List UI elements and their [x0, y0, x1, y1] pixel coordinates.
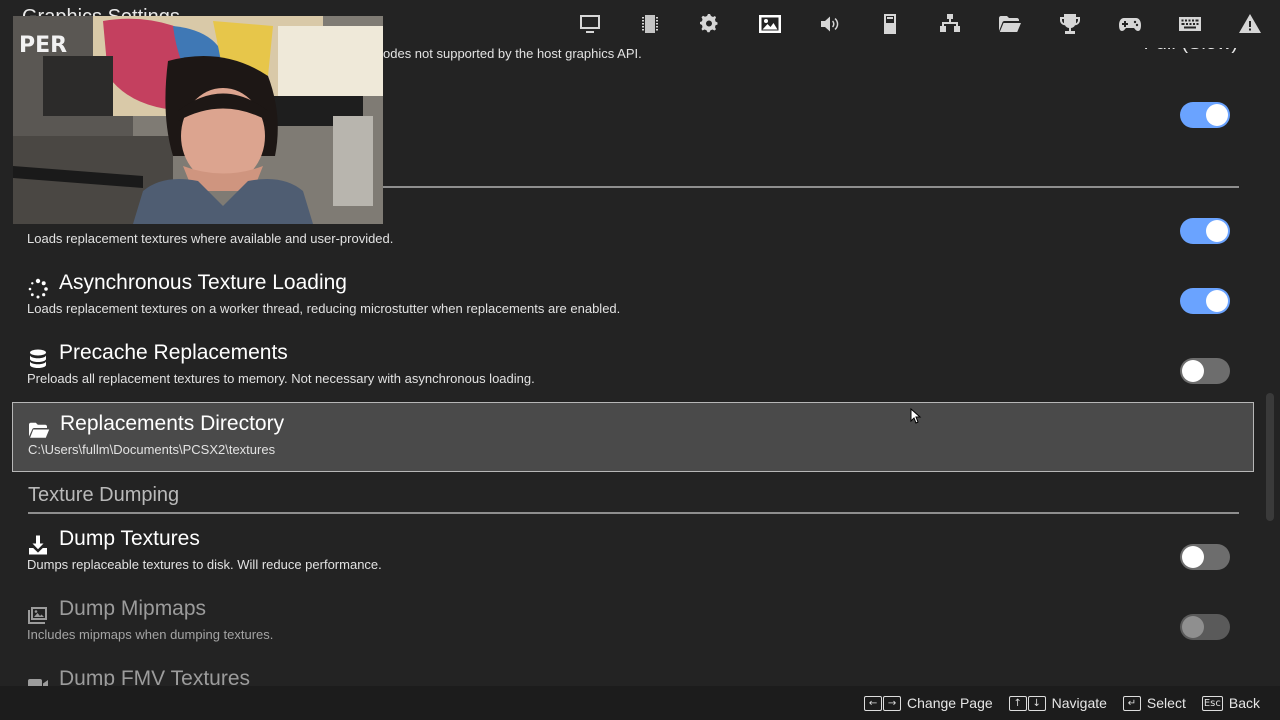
- download-icon: [27, 534, 49, 556]
- nav-icons: [560, 0, 1280, 48]
- hint-back[interactable]: Esc Back: [1201, 695, 1260, 711]
- setting-description: Dumps replaceable textures to disk. Will…: [27, 557, 382, 572]
- gamepad-icon[interactable]: [1100, 0, 1160, 48]
- monitor-icon[interactable]: [560, 0, 620, 48]
- load-textures-toggle[interactable]: [1180, 218, 1230, 244]
- setting-title: Asynchronous Texture Loading: [59, 271, 347, 294]
- mouse-cursor-icon: [910, 408, 922, 424]
- folder-open-icon: [28, 419, 50, 441]
- precache-toggle[interactable]: [1180, 358, 1230, 384]
- video-camera-icon: [27, 674, 49, 686]
- escape-key-icon: Esc: [1201, 695, 1223, 711]
- toggle-knob: [1206, 220, 1228, 242]
- dump-textures-toggle[interactable]: [1180, 544, 1230, 570]
- images-icon: [27, 604, 49, 626]
- left-arrow-key-icon: ←: [864, 695, 883, 711]
- enter-key-icon: ↵: [1122, 695, 1141, 711]
- dump-mipmaps-toggle[interactable]: [1180, 614, 1230, 640]
- spinner-icon: [27, 278, 49, 300]
- setting-title: Dump Mipmaps: [59, 597, 207, 620]
- webcam-overlay: PER: [13, 16, 383, 224]
- toggle-knob: [1206, 290, 1228, 312]
- up-arrow-key-icon: ↑: [1008, 695, 1027, 711]
- hint-label: Change Page: [907, 695, 993, 711]
- directory-path: C:\Users\fullm\Documents\PCSX2\textures: [28, 442, 276, 457]
- setting-precache-replacements[interactable]: Precache Replacements Preloads all repla…: [12, 332, 1254, 402]
- setting-replacements-directory[interactable]: Replacements Directory C:\Users\fullm\Do…: [12, 402, 1254, 472]
- setting-dump-textures[interactable]: Dump Textures Dumps replaceable textures…: [12, 518, 1254, 588]
- toggle-knob: [1182, 616, 1204, 638]
- chip-icon[interactable]: [620, 0, 680, 48]
- toggle-switch[interactable]: [1180, 102, 1230, 128]
- hint-label: Navigate: [1051, 695, 1107, 711]
- setting-description: Preloads all replacement textures to mem…: [27, 371, 535, 386]
- trophy-icon[interactable]: [1040, 0, 1100, 48]
- section-divider: [28, 512, 1239, 514]
- setting-title: Dump FMV Textures: [59, 667, 250, 686]
- footer-hint-bar: ← → Change Page ↑ ↓ Navigate ↵ Select Esc …: [0, 686, 1280, 720]
- svg-text:PER: PER: [19, 33, 67, 58]
- controller-hints: ← → Change Page ↑ ↓ Navigate ↵ Select Esc …: [864, 686, 1260, 720]
- section-header-texture-dumping: Texture Dumping: [28, 484, 180, 506]
- setting-title: Replacements Directory: [60, 412, 285, 435]
- speaker-icon[interactable]: [800, 0, 860, 48]
- hint-navigate[interactable]: ↑ ↓ Navigate: [1008, 695, 1107, 711]
- toggle-knob: [1182, 546, 1204, 568]
- scrollbar[interactable]: [1266, 393, 1274, 521]
- memory-card-icon[interactable]: [860, 0, 920, 48]
- hint-label: Back: [1228, 695, 1260, 711]
- folder-icon[interactable]: [980, 0, 1040, 48]
- hint-label: Select: [1146, 695, 1186, 711]
- hint-select[interactable]: ↵ Select: [1122, 695, 1186, 711]
- setting-description: Includes mipmaps when dumping textures.: [27, 627, 274, 642]
- gears-icon[interactable]: [680, 0, 740, 48]
- setting-dump-fmv-textures[interactable]: Dump FMV Textures: [12, 658, 1254, 686]
- setting-async-texture-loading[interactable]: Asynchronous Texture Loading Loads repla…: [12, 262, 1254, 332]
- toggle-knob: [1206, 104, 1228, 126]
- hint-change-page[interactable]: ← → Change Page: [864, 695, 993, 711]
- warning-icon[interactable]: [1220, 0, 1280, 48]
- setting-description: Loads replacement textures on a worker t…: [27, 301, 621, 316]
- setting-description-partial: odes not supported by the host graphics …: [383, 46, 642, 61]
- async-loading-toggle[interactable]: [1180, 288, 1230, 314]
- right-arrow-key-icon: →: [883, 695, 902, 711]
- database-icon: [27, 348, 49, 370]
- keyboard-icon[interactable]: [1160, 0, 1220, 48]
- network-icon[interactable]: [920, 0, 980, 48]
- setting-dump-mipmaps[interactable]: Dump Mipmaps Includes mipmaps when dumpi…: [12, 588, 1254, 658]
- setting-title: Dump Textures: [59, 527, 200, 550]
- setting-title: Precache Replacements: [59, 341, 288, 364]
- image-icon[interactable]: [740, 0, 800, 48]
- toggle-knob: [1182, 360, 1204, 382]
- down-arrow-key-icon: ↓: [1027, 695, 1046, 711]
- setting-description: Loads replacement textures where availab…: [27, 231, 394, 246]
